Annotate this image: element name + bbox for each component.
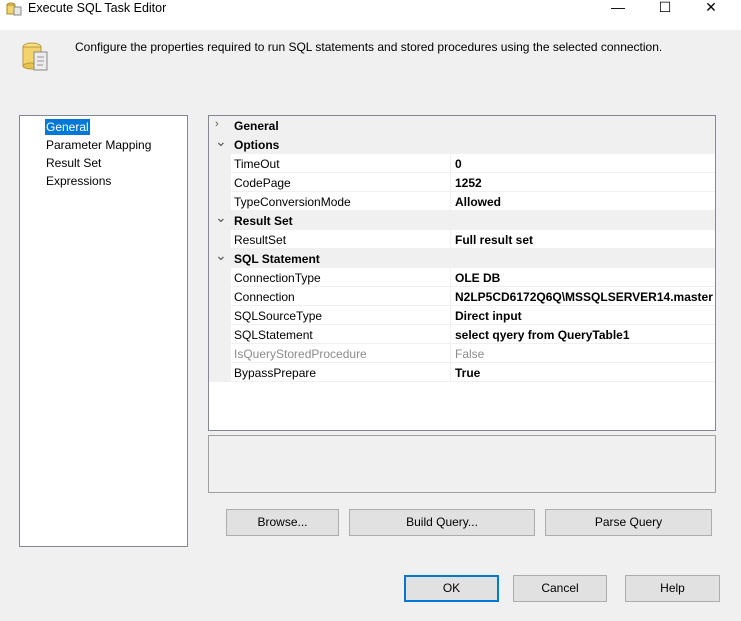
property-value[interactable]: Direct input <box>455 309 522 323</box>
category-row[interactable]: › General <box>209 116 715 135</box>
column-divider[interactable] <box>450 230 451 249</box>
property-name: SQLStatement <box>234 328 313 342</box>
category-row[interactable]: ⌄ Result Set <box>209 209 715 230</box>
column-divider[interactable] <box>450 287 451 306</box>
property-name: TimeOut <box>234 157 280 171</box>
property-value[interactable]: 0 <box>455 157 462 171</box>
property-name: SQLSourceType <box>234 309 323 323</box>
cancel-button[interactable]: Cancel <box>513 575 607 602</box>
property-name: Options <box>234 138 280 152</box>
property-value[interactable]: N2LP5CD6172Q6Q\MSSQLSERVER14.master <box>455 290 713 304</box>
column-divider[interactable] <box>450 325 451 344</box>
column-divider[interactable] <box>450 363 451 382</box>
property-name: BypassPrepare <box>234 366 317 380</box>
window-title: Execute SQL Task Editor <box>28 1 167 15</box>
maximize-button[interactable]: ☐ <box>642 0 688 18</box>
browse-button[interactable]: Browse... <box>226 509 339 536</box>
app-icon <box>6 2 22 16</box>
minimize-button[interactable]: — <box>595 0 641 18</box>
chevron-down-icon[interactable]: ⌄ <box>215 209 227 226</box>
nav-item-result-set[interactable]: Result Set <box>45 155 102 171</box>
column-divider[interactable] <box>450 173 451 192</box>
property-name: ConnectionType <box>234 271 321 285</box>
property-grid: › General ⌄ Options TimeOut 0 CodePage 1252 Type… <box>208 115 716 431</box>
property-name: SQL Statement <box>234 252 320 266</box>
parse-query-button[interactable]: Parse Query <box>545 509 712 536</box>
row-gutter <box>209 154 231 173</box>
property-name: General <box>234 119 279 133</box>
property-row[interactable]: ResultSet Full result set <box>209 230 715 249</box>
property-row[interactable]: TypeConversionMode Allowed <box>209 192 715 211</box>
property-value[interactable]: Allowed <box>455 195 501 209</box>
property-value[interactable]: select qyery from QueryTable1 <box>455 328 630 342</box>
property-row[interactable]: SQLStatement select qyery from QueryTable… <box>209 325 715 344</box>
row-gutter <box>209 325 231 344</box>
property-row[interactable]: SQLSourceType Direct input <box>209 306 715 325</box>
row-gutter <box>209 287 231 306</box>
category-row[interactable]: ⌄ SQL Statement <box>209 247 715 268</box>
build-query-button[interactable]: Build Query... <box>349 509 535 536</box>
property-value[interactable]: True <box>455 366 480 380</box>
row-gutter <box>209 363 231 382</box>
property-name: Connection <box>234 290 295 304</box>
property-name: TypeConversionMode <box>234 195 351 209</box>
property-row[interactable]: IsQueryStoredProcedure False <box>209 344 715 363</box>
nav-item-general[interactable]: General <box>45 119 90 135</box>
property-row[interactable]: Connection N2LP5CD6172Q6Q\MSSQLSERVER14.m… <box>209 287 715 306</box>
column-divider[interactable] <box>450 344 451 363</box>
nav-item-parameter-mapping[interactable]: Parameter Mapping <box>45 137 152 153</box>
column-divider[interactable] <box>450 268 451 287</box>
help-button[interactable]: Help <box>625 575 720 602</box>
row-gutter <box>209 173 231 192</box>
column-divider[interactable] <box>450 154 451 173</box>
property-value[interactable]: 1252 <box>455 176 482 190</box>
property-value[interactable]: False <box>455 347 484 361</box>
property-row[interactable]: CodePage 1252 <box>209 173 715 192</box>
ok-button[interactable]: OK <box>404 575 499 602</box>
property-value[interactable]: Full result set <box>455 233 533 247</box>
database-script-icon <box>22 42 48 71</box>
property-name: Result Set <box>234 214 293 228</box>
chevron-down-icon[interactable]: ⌄ <box>215 133 227 150</box>
property-name: IsQueryStoredProcedure <box>234 347 367 361</box>
close-button[interactable]: ✕ <box>688 0 734 18</box>
property-description-panel <box>208 435 716 493</box>
row-gutter <box>209 268 231 287</box>
row-gutter <box>209 344 231 363</box>
property-value[interactable]: OLE DB <box>455 271 500 285</box>
header-description: Configure the properties required to run… <box>75 40 663 54</box>
column-divider[interactable] <box>450 306 451 325</box>
property-row[interactable]: ConnectionType OLE DB <box>209 268 715 287</box>
property-row[interactable]: TimeOut 0 <box>209 154 715 173</box>
title-bar: Execute SQL Task Editor — ☐ ✕ <box>0 0 741 30</box>
property-row[interactable]: BypassPrepare True <box>209 363 715 382</box>
column-divider[interactable] <box>450 192 451 211</box>
row-gutter <box>209 306 231 325</box>
chevron-right-icon[interactable]: › <box>215 118 219 130</box>
category-row[interactable]: ⌄ Options <box>209 133 715 154</box>
chevron-down-icon[interactable]: ⌄ <box>215 247 227 264</box>
nav-item-expressions[interactable]: Expressions <box>45 173 112 189</box>
page-list: General Parameter Mapping Result Set Exp… <box>19 115 188 547</box>
property-name: ResultSet <box>234 233 287 247</box>
property-name: CodePage <box>234 176 291 190</box>
